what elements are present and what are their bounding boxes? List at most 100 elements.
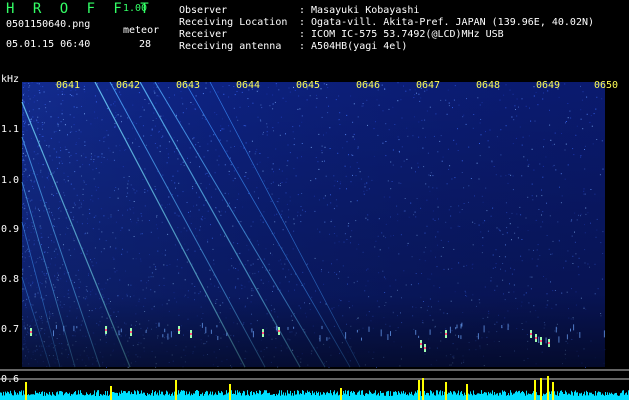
level-bar (263, 392, 264, 400)
level-bar (306, 393, 307, 400)
level-bar (131, 392, 132, 400)
x-tick-label: 0643 (176, 80, 201, 91)
y-tick-label: 0.9 (1, 224, 20, 235)
level-bar (101, 394, 102, 400)
x-tick-label: 0645 (296, 80, 321, 91)
level-bar (91, 395, 92, 400)
level-bar (470, 391, 471, 400)
level-bar (351, 391, 352, 400)
faint-blip (449, 326, 451, 334)
level-bar (603, 394, 604, 400)
level-bar (335, 394, 336, 400)
faint-blip (570, 328, 571, 332)
level-bar (591, 392, 592, 400)
level-bar (331, 393, 332, 400)
level-bar (506, 395, 507, 400)
level-bar (437, 390, 438, 400)
level-bar (79, 394, 80, 400)
level-bar (457, 393, 458, 400)
level-bar (57, 391, 58, 400)
level-bar (617, 395, 618, 400)
level-bar (129, 391, 130, 400)
level-bar (392, 395, 393, 400)
level-bar (511, 392, 512, 400)
faint-blip (120, 328, 122, 333)
level-bar (76, 394, 77, 400)
level-bar (106, 395, 107, 400)
level-bar (105, 391, 106, 400)
level-bar (170, 395, 171, 400)
level-bar (267, 393, 268, 400)
level-bar (502, 390, 503, 400)
level-bar (546, 392, 547, 400)
faint-blip (55, 324, 57, 329)
faint-blip (76, 326, 78, 329)
level-bar (64, 393, 65, 400)
level-bar (574, 391, 575, 400)
level-bar (488, 391, 489, 400)
level-bar (402, 393, 403, 400)
level-bar (8, 392, 9, 400)
meteor-blip-core (105, 329, 107, 331)
level-bar (290, 390, 291, 400)
level-bar (503, 391, 504, 400)
level-bar (151, 393, 152, 400)
faint-blip (573, 324, 575, 331)
level-bar (163, 394, 164, 400)
level-bar (601, 394, 602, 400)
faint-blip (545, 337, 547, 344)
level-bar (593, 394, 594, 400)
level-bar (311, 395, 312, 400)
level-bar (218, 390, 219, 400)
level-bar (526, 390, 527, 400)
level-bar (602, 393, 603, 400)
level-bar (538, 395, 539, 400)
level-bar (609, 392, 610, 400)
level-bar (543, 393, 544, 400)
level-bar (168, 394, 169, 400)
level-bar (314, 392, 315, 400)
level-bar (605, 392, 606, 400)
level-bar (623, 390, 624, 400)
level-bar (184, 390, 185, 400)
level-bar (266, 390, 267, 400)
level-bar (69, 392, 70, 400)
level-bar (248, 394, 249, 400)
level-bar (172, 392, 173, 400)
level-spike (418, 380, 420, 400)
signal-level-bars (0, 376, 629, 400)
level-bar (366, 393, 367, 400)
level-bar (619, 395, 620, 400)
level-bar (344, 393, 345, 400)
faint-blip (356, 329, 358, 333)
level-bar (388, 390, 389, 400)
level-bar (362, 390, 363, 400)
level-bar (44, 391, 45, 400)
level-bar (146, 396, 147, 400)
level-bar (495, 394, 496, 400)
level-bar (301, 394, 302, 400)
level-bar (371, 393, 372, 400)
faint-blip (460, 323, 462, 329)
level-bar (504, 390, 505, 400)
level-bar (23, 390, 24, 400)
level-bar (242, 393, 243, 400)
level-bar (415, 391, 416, 400)
level-bar (122, 392, 123, 400)
level-bar (27, 395, 28, 400)
level-bar (380, 391, 381, 400)
level-bar (210, 391, 211, 400)
level-bar (320, 392, 321, 400)
level-bar (382, 392, 383, 400)
level-spike (445, 382, 447, 400)
level-bar (233, 393, 234, 400)
level-bar (319, 395, 320, 400)
level-bar (112, 392, 113, 400)
level-bar (93, 394, 94, 400)
faint-blip (460, 335, 462, 340)
level-bar (144, 392, 145, 400)
level-bar (324, 392, 325, 400)
level-bar (114, 392, 115, 400)
level-bar (4, 395, 5, 400)
level-bar (537, 394, 538, 400)
